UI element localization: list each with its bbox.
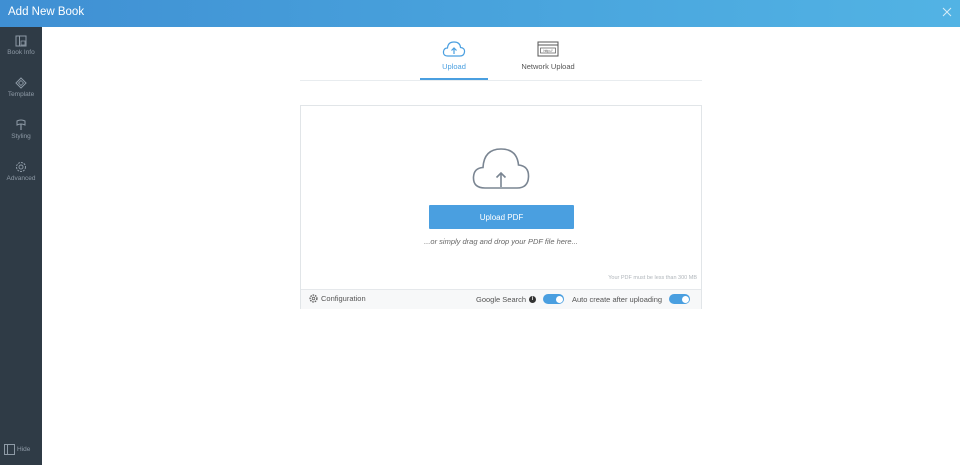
tab-network-upload[interactable]: http:// Network Upload: [510, 37, 586, 80]
sidebar: Book Info Template Styling Advanced Hide: [0, 27, 42, 465]
palette-icon: [16, 119, 26, 130]
size-limit-note: Your PDF must be less than 300 MB: [608, 275, 697, 281]
sidebar-item-label: Advanced: [6, 175, 36, 182]
sidebar-hide-label: Hide: [17, 445, 31, 453]
sidebar-hide-button[interactable]: Hide: [4, 443, 30, 455]
sidebar-item-label: Template: [7, 91, 35, 98]
auto-create-label: Auto create after uploading: [572, 294, 663, 304]
title-bar: Add New Book: [0, 0, 960, 27]
sidebar-item-label: Styling: [11, 133, 31, 140]
panel-collapse-icon: [4, 443, 15, 455]
cloud-upload-icon: [442, 41, 466, 57]
upload-pdf-button[interactable]: Upload PDF: [429, 205, 574, 229]
sidebar-item-book-info[interactable]: Book Info: [0, 35, 42, 71]
template-icon: [15, 77, 27, 89]
info-icon[interactable]: i: [529, 295, 537, 303]
auto-create-option: Auto create after uploading: [572, 294, 691, 304]
google-search-label: Google Search: [476, 294, 527, 304]
tab-upload-label: Upload: [442, 62, 466, 71]
pdf-drop-zone[interactable]: Upload PDF ...or simply drag and drop yo…: [300, 105, 702, 309]
close-icon[interactable]: [940, 5, 954, 19]
window-title: Add New Book: [8, 6, 85, 18]
sidebar-item-advanced[interactable]: Advanced: [0, 161, 42, 197]
gear-icon: [309, 294, 318, 303]
sidebar-item-styling[interactable]: Styling: [0, 119, 42, 155]
http-icon-text: http://: [544, 49, 553, 53]
google-search-option: Google Search i: [476, 294, 565, 304]
cloud-upload-icon: [472, 148, 530, 189]
configuration-button[interactable]: Configuration: [309, 294, 366, 303]
drag-drop-hint: ...or simply drag and drop your PDF file…: [424, 237, 578, 246]
book-icon: [15, 35, 27, 47]
sidebar-item-label: Book Info: [7, 49, 35, 56]
sidebar-item-template[interactable]: Template: [0, 77, 42, 113]
auto-create-toggle[interactable]: [669, 294, 691, 304]
upload-tabs: Upload http:// Network Upload: [300, 37, 702, 81]
browser-http-icon: http://: [537, 41, 559, 57]
google-search-toggle[interactable]: [543, 294, 565, 304]
tab-upload[interactable]: Upload: [420, 37, 488, 80]
configuration-label: Configuration: [321, 294, 366, 303]
tab-network-upload-label: Network Upload: [521, 62, 575, 71]
configuration-bar: Configuration Google Search i Auto creat…: [301, 289, 701, 309]
gear-icon: [16, 162, 26, 172]
